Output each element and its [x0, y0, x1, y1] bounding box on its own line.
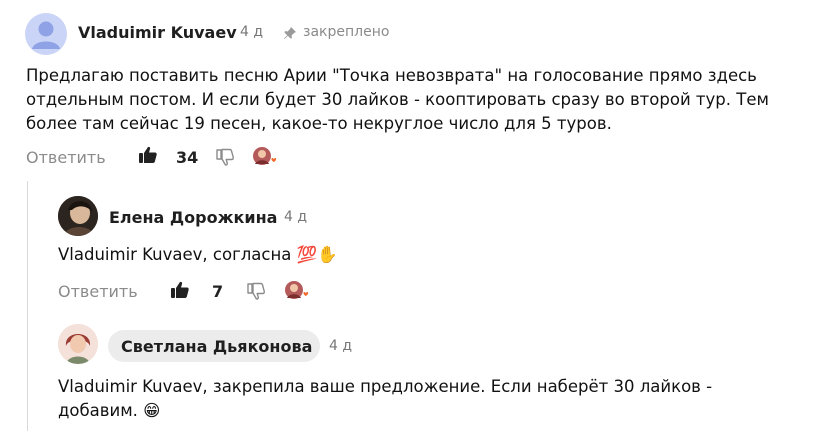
comment-author[interactable]: Светлана Дьяконова — [121, 337, 312, 356]
comment-time[interactable]: 4 д — [240, 24, 263, 40]
user-avatar-icon — [32, 21, 60, 49]
comment-text: Предлагаю поставить песню Арии "Точка не… — [26, 66, 769, 133]
comment-time[interactable]: 4 д — [329, 338, 352, 354]
pinned-label: закреплено — [303, 24, 390, 40]
comment-time[interactable]: 4 д — [284, 209, 307, 225]
thumb-down-icon[interactable] — [215, 147, 235, 171]
comment-author[interactable]: Елена Дорожкина — [109, 208, 277, 227]
thumb-up-icon[interactable] — [138, 145, 158, 169]
comment-text: Vladuimir Kuvaev, закрепила ваше предлож… — [58, 377, 713, 420]
avatar[interactable] — [25, 13, 67, 55]
reaction-avatar[interactable] — [252, 146, 278, 172]
like-count: 34 — [176, 148, 199, 167]
avatar[interactable] — [58, 196, 98, 236]
thumb-down-icon[interactable] — [246, 281, 266, 305]
reply-button[interactable]: Ответить — [26, 148, 106, 167]
comment-author[interactable]: Vladuimir Kuvaev — [78, 23, 237, 42]
like-count: 7 — [212, 282, 224, 301]
reaction-heart-icon — [270, 157, 278, 164]
comment-text: Vladuimir Kuvaev, согласна 💯✋ — [58, 245, 338, 264]
reply-thread-line — [27, 181, 28, 431]
reaction-avatar[interactable] — [284, 280, 310, 306]
reaction-heart-icon — [302, 291, 310, 298]
pin-icon — [283, 25, 299, 41]
reply-button[interactable]: Ответить — [58, 282, 138, 301]
avatar[interactable] — [58, 324, 98, 364]
thumb-up-icon[interactable] — [170, 280, 190, 304]
